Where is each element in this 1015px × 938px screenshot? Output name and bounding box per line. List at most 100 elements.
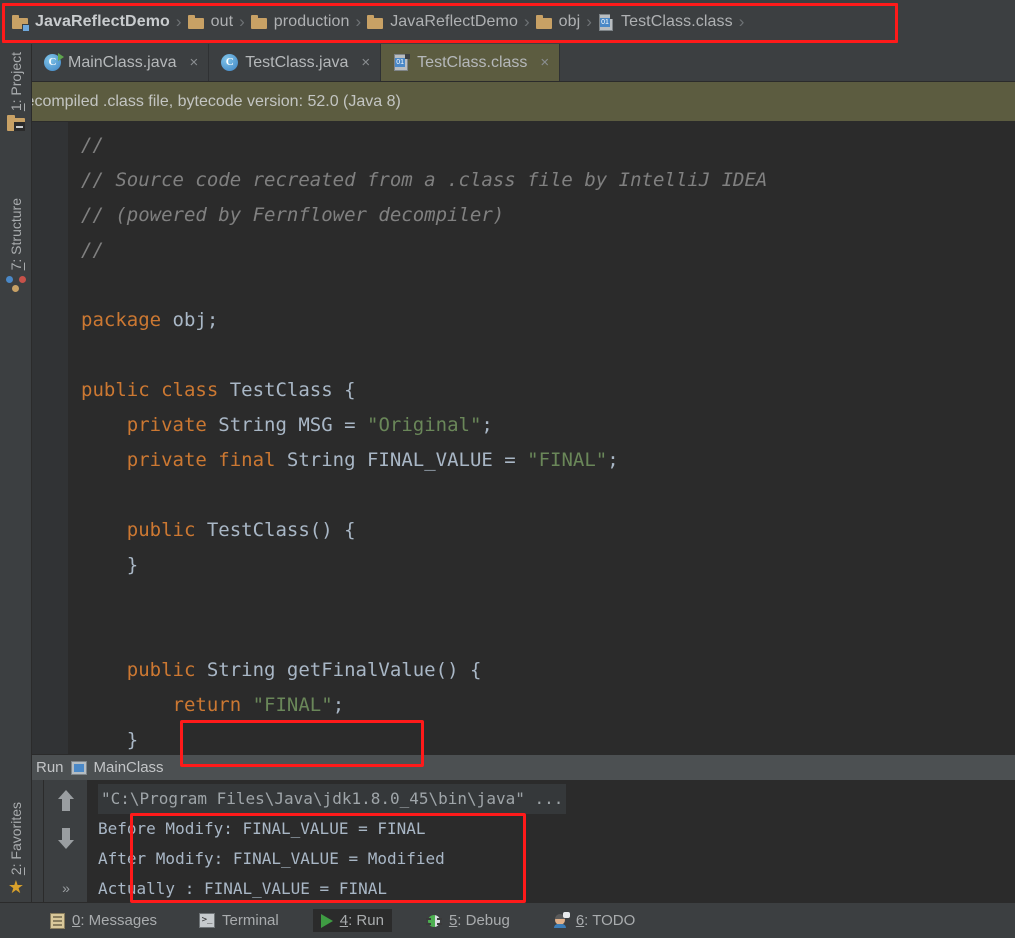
status-bar-item-0-messages[interactable]: 0: Messages [42,909,165,932]
code-token: private [126,414,207,436]
code-line: package obj; [81,303,1015,338]
code-token: String MSG = [206,414,367,436]
folder-icon [367,14,384,31]
next-occurrence-button[interactable] [53,826,79,852]
breadcrumb-item-obj[interactable]: obj [532,9,585,35]
code-line: private String MSG = "Original"; [81,408,1015,443]
debug-icon [425,914,442,928]
sidebar-item-project-label: 1: Project [8,52,24,112]
code-token: TestClass { [218,379,356,401]
sidebar-item-favorites-label: 2: Favorites [8,801,24,875]
code-line: // [81,128,1015,163]
breadcrumb-item-testclass-class[interactable]: 01 TestClass.class [594,9,737,35]
code-token: } [81,729,139,751]
code-token: ; [332,694,345,716]
breadcrumb-item-production[interactable]: production [247,9,354,35]
status-bar-item-mnemonic: 5 [448,912,458,929]
code-editor[interactable]: // // Source code recreated from a .class… [68,122,1015,754]
code-token: String getFinalValue() { [195,659,482,681]
console-command-line: "C:\Program Files\Java\jdk1.8.0_45\bin\j… [98,784,1015,814]
status-bar-item-terminal[interactable]: >_ Terminal [191,909,287,932]
folder-icon [535,14,553,31]
close-icon[interactable]: × [355,54,370,71]
run-toolbar-secondary: » [44,780,88,902]
code-token: public [126,519,196,541]
project-icon [7,115,25,132]
status-bar-item-label: Terminal [222,912,279,929]
editor-tab-bar: C MainClass.java × C TestClass.java × 01 TestCl… [0,44,1015,82]
run-toolbar-secondary-overflow[interactable]: » [62,880,70,896]
editor-tab-testclass-class[interactable]: 01 TestClass.class × [381,44,561,81]
code-token: // [81,134,104,156]
run-tool-window-title: Run [36,759,64,776]
sidebar-item-structure[interactable]: 7: Structure [0,194,32,293]
code-token: obj; [161,309,219,331]
status-bar-item-6-todo[interactable]: 6: TODO [544,909,643,932]
code-line: // (powered by Fernflower decompiler) [81,198,1015,233]
code-line: } [81,548,1015,583]
console-output-line: After Modify: FINAL_VALUE = Modified [98,849,445,868]
editor-tab-testclass-java[interactable]: C TestClass.java × [209,44,382,81]
code-token: "Original" [367,414,482,436]
status-bar-item-4-run[interactable]: 4: Run [312,909,392,932]
breadcrumb-separator: › [239,12,245,31]
breadcrumb-separator: › [523,12,530,31]
messages-icon [50,912,65,929]
class-file-icon: 01 [393,54,411,71]
status-bar-item-mnemonic: 6 [575,912,585,929]
breadcrumb-separator: › [355,12,362,31]
run-configuration-icon [70,760,87,775]
editor-tab-mainclass-java[interactable]: C MainClass.java × [32,44,210,81]
console-output[interactable]: "C:\Program Files\Java\jdk1.8.0_45\bin\j… [88,780,1015,902]
status-bar-item-5-debug[interactable]: 5: Debug [418,909,518,932]
code-line: return "FINAL"; [81,688,1015,723]
code-token: package [81,309,162,331]
editor-tab-label: TestClass.class [417,53,528,71]
breadcrumb-separator: › [586,12,592,31]
code-line: } [81,723,1015,754]
status-bar-item-mnemonic: 4 [339,912,349,929]
status-bar-item-label: 5: Debug [448,912,510,929]
code-token: "FINAL" [252,694,333,716]
class-file-icon: 01 [598,13,615,31]
folder-icon [187,14,205,31]
breadcrumb-item-out[interactable]: out [184,9,238,35]
java-runnable-class-icon: C [44,53,64,71]
code-token: // Source code recreated from a .class f… [81,169,768,191]
code-token: TestClass() { [195,519,356,541]
code-token: private final [126,449,276,471]
breadcrumb-item-label: JavaReflectDemo [35,13,170,30]
close-icon[interactable]: × [183,54,198,71]
close-icon[interactable]: × [534,54,549,71]
code-line: private final String FINAL_VALUE = "FINA… [81,443,1015,478]
status-bar-item-label: 0: Messages [72,912,158,929]
breadcrumb-separator: › [175,12,182,31]
console-output-line: Actually : FINAL_VALUE = FINAL [98,879,387,898]
run-tool-window-header: Run MainClass [0,754,1015,780]
left-tool-window-bar: 1: Project 7: Structure 2: Favorites ★ [0,44,32,902]
sidebar-item-project[interactable]: 1: Project [0,48,32,132]
breadcrumb-item-javareflectdemo[interactable]: JavaReflectDemo [363,9,522,35]
sidebar-item-structure-label: 7: Structure [8,198,24,271]
breadcrumb-item-javareflectdemo[interactable]: JavaReflectDemo [8,9,174,35]
code-line: // Source code recreated from a .class f… [81,163,1015,198]
sidebar-item-favorites[interactable]: 2: Favorites ★ [0,798,32,896]
decompiled-notice-text: Decompiled .class file, bytecode version… [14,92,401,110]
decompiled-notice-banner: Decompiled .class file, bytecode version… [0,82,1015,122]
folder-icon [250,14,268,31]
editor-tab-label: MainClass.java [68,53,177,71]
code-token: // (powered by Fernflower decompiler) [81,204,505,226]
previous-occurrence-button[interactable] [53,788,79,814]
tool-window-status-bar: 0: Messages >_ Terminal 4: Run 5: Debug 6: TO… [0,902,1015,938]
run-configuration-name: MainClass [93,759,164,776]
editor-tab-label: TestClass.java [245,53,349,71]
code-token: } [81,554,139,576]
